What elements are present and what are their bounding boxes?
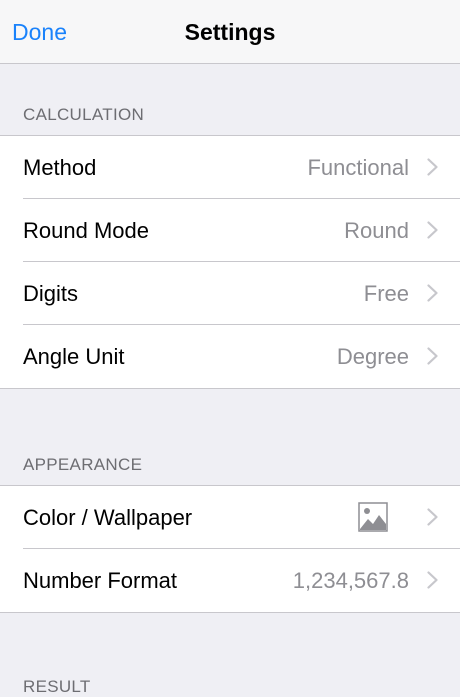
row-angle-unit[interactable]: Angle Unit Degree	[0, 324, 460, 388]
row-value: Degree	[336, 344, 409, 369]
chevron-right-icon	[427, 347, 438, 365]
section-header-appearance: APPEARANCE	[23, 455, 143, 474]
row-label: Angle Unit	[23, 344, 125, 369]
row-label: Digits	[23, 281, 79, 306]
row-label: Round Mode	[23, 218, 149, 243]
row-value: Functional	[307, 155, 409, 180]
row-label: Method	[23, 155, 97, 180]
page-title: Settings	[184, 19, 276, 45]
row-value: Round	[344, 218, 409, 243]
navigation-bar: Done Settings	[0, 0, 460, 64]
calculation-group: Method Functional Round Mode Round Digit…	[0, 135, 460, 389]
row-label: Number Format	[23, 568, 178, 593]
chevron-right-icon	[427, 571, 438, 589]
chevron-right-icon	[427, 284, 438, 302]
section-header-calculation: CALCULATION	[23, 105, 145, 124]
image-icon	[358, 502, 388, 532]
chevron-right-icon	[427, 158, 438, 176]
row-value: 1,234,567.8	[292, 568, 409, 593]
row-method[interactable]: Method Functional	[0, 136, 460, 199]
section-header-result: RESULT	[23, 677, 91, 696]
row-number-format[interactable]: Number Format 1,234,567.8	[0, 548, 460, 612]
row-digits[interactable]: Digits Free	[0, 261, 460, 325]
chevron-right-icon	[427, 221, 438, 239]
row-label: Color / Wallpaper	[23, 505, 193, 530]
row-round-mode[interactable]: Round Mode Round	[0, 198, 460, 262]
chevron-right-icon	[427, 508, 438, 526]
row-value: Free	[363, 281, 409, 306]
row-color-wallpaper[interactable]: Color / Wallpaper	[0, 486, 460, 549]
appearance-group: Color / Wallpaper Number Format 1,234,56…	[0, 485, 460, 613]
